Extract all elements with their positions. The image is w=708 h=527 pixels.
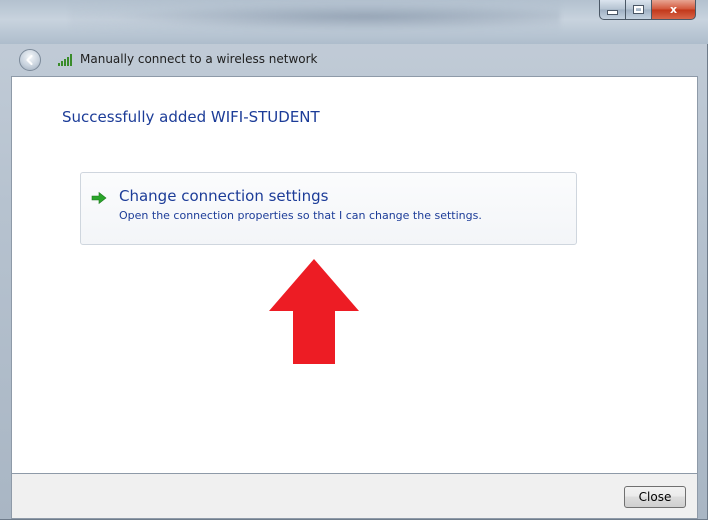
- green-arrow-icon: [91, 191, 107, 205]
- caption-buttons: x: [599, 0, 696, 20]
- dialog-window: x Manually connect to a wireless network…: [0, 0, 708, 520]
- back-button[interactable]: [19, 49, 41, 71]
- close-button[interactable]: Close: [624, 486, 686, 508]
- command-link-title: Change connection settings: [119, 187, 329, 205]
- close-icon: x: [669, 3, 678, 16]
- maximize-icon: [633, 5, 644, 14]
- red-arrow-icon: [269, 259, 359, 364]
- content-panel: Successfully added WIFI-STUDENT Change c…: [11, 76, 698, 474]
- back-arrow-icon: [26, 54, 33, 66]
- change-connection-settings-link[interactable]: Change connection settings Open the conn…: [80, 172, 577, 245]
- wireless-signal-icon: [58, 54, 72, 66]
- title-bar[interactable]: x: [0, 0, 708, 44]
- minimize-button[interactable]: [599, 0, 626, 20]
- command-link-description: Open the connection properties so that I…: [119, 209, 482, 222]
- page-heading: Successfully added WIFI-STUDENT: [62, 108, 320, 126]
- window-title: Manually connect to a wireless network: [80, 52, 318, 66]
- minimize-icon: [607, 10, 618, 15]
- close-window-button[interactable]: x: [652, 0, 696, 20]
- navigation-row: Manually connect to a wireless network: [0, 44, 708, 76]
- blurred-breadcrumb: [70, 2, 560, 32]
- maximize-button[interactable]: [626, 0, 652, 20]
- screenshot-page: x Manually connect to a wireless network…: [0, 0, 708, 527]
- dialog-footer: Close: [11, 474, 698, 519]
- bottom-margin: [0, 520, 708, 527]
